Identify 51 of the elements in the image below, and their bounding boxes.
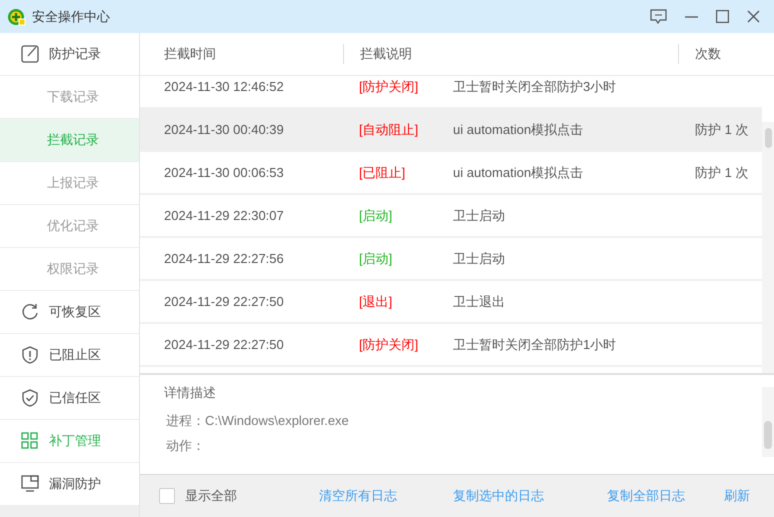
detail-line: 动作： xyxy=(166,436,206,454)
time-cell: 2024-11-29 22:27:50 xyxy=(164,294,284,309)
close-icon[interactable] xyxy=(747,10,760,23)
column-header[interactable]: 拦截说明 xyxy=(360,44,412,64)
checkbox[interactable] xyxy=(159,488,175,504)
feedback-icon[interactable] xyxy=(650,9,667,24)
description-cell: 卫士退出 xyxy=(453,294,505,309)
description-cell: ui automation模拟点击 xyxy=(453,164,584,180)
window-title: 安全操作中心 xyxy=(32,8,110,26)
count-cell: 防护 1 次 xyxy=(695,122,748,137)
sidebar-item[interactable]: 漏洞防护 xyxy=(0,463,139,506)
status-tag: [自动阻止] xyxy=(359,122,418,137)
sidebar-item[interactable]: 防护记录 xyxy=(0,33,139,76)
time-cell: 2024-11-29 22:27:50 xyxy=(164,336,284,352)
sidebar-item[interactable]: 已信任区 xyxy=(0,377,139,420)
minimize-icon[interactable] xyxy=(685,16,698,18)
grid-icon xyxy=(21,432,39,450)
table-row[interactable]: 2024-11-30 00:40:39 [自动阻止] ui automation模拟点击 防护 1 次 xyxy=(140,109,762,152)
monitor-icon xyxy=(21,475,39,493)
status-tag: [启动] xyxy=(359,208,392,223)
scrollbar-thumb[interactable] xyxy=(765,128,772,148)
time-cell: 2024-11-30 12:46:52 xyxy=(164,78,284,94)
description-cell: 卫士启动 xyxy=(453,250,505,266)
count-cell: 防护 1 次 xyxy=(695,164,748,180)
time-cell: 2024-11-30 00:06:53 xyxy=(164,164,284,180)
maximize-icon[interactable] xyxy=(716,10,729,23)
shield-exclamation-icon xyxy=(21,346,39,364)
sidebar-item[interactable]: 可恢复区 xyxy=(0,291,139,334)
status-tag: [退出] xyxy=(359,294,392,309)
detail-line: 进程：C:\Windows\explorer.exe xyxy=(166,412,350,430)
refresh-icon xyxy=(21,303,39,321)
sidebar-item[interactable]: 已阻止区 xyxy=(0,334,139,377)
status-tag: [已阻止] xyxy=(359,164,406,180)
time-cell: 2024-11-29 22:27:56 xyxy=(164,250,284,266)
status-tag: [防护关闭] xyxy=(359,336,418,352)
details-heading: 详情描述 xyxy=(164,384,217,402)
column-header[interactable]: 次数 xyxy=(695,44,721,64)
checkbox-label[interactable]: 显示全部 xyxy=(185,486,237,506)
description-cell: 卫士启动 xyxy=(453,208,505,223)
description-cell: 卫士暂时关闭全部防护1小时 xyxy=(453,336,616,352)
column-header[interactable]: 拦截时间 xyxy=(164,44,216,64)
description-cell: 卫士暂时关闭全部防护3小时 xyxy=(453,78,616,94)
shield-check-icon xyxy=(21,389,39,407)
time-cell: 2024-11-29 22:30:07 xyxy=(164,208,284,223)
scrollbar-thumb[interactable] xyxy=(764,421,772,449)
status-tag: [启动] xyxy=(359,250,392,266)
shield-plus-logo-icon xyxy=(8,8,26,26)
edit-icon xyxy=(21,45,39,63)
time-cell: 2024-11-30 00:40:39 xyxy=(164,122,284,137)
status-tag: [防护关闭] xyxy=(359,78,418,94)
description-cell: ui automation模拟点击 xyxy=(453,122,584,137)
